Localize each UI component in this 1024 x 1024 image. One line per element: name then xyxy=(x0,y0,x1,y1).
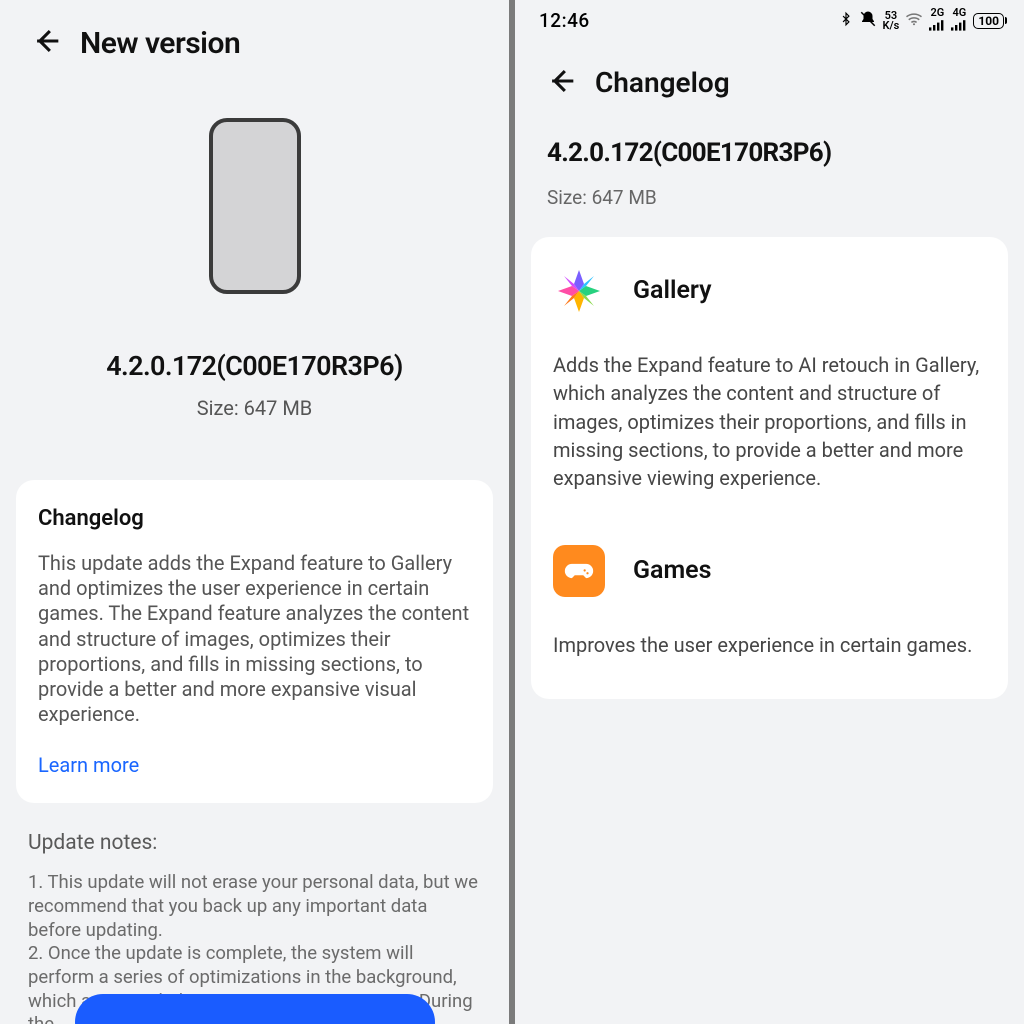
back-arrow-icon[interactable] xyxy=(545,64,579,102)
phone-illustration-wrap xyxy=(0,72,509,294)
version-number: 4.2.0.172(C00E170R3P6) xyxy=(547,138,1024,168)
status-bar: 12:46 53 K/s 2G xyxy=(515,0,1024,34)
network-2g: 2G xyxy=(929,8,945,34)
left-header: New version xyxy=(0,0,509,72)
feature-title: Gallery xyxy=(633,276,712,305)
feature-body: Adds the Expand feature to AI retouch in… xyxy=(553,351,986,493)
feature-body: Improves the user experience in certain … xyxy=(553,631,986,659)
learn-more-link[interactable]: Learn more xyxy=(38,753,139,777)
changelog-card: Changelog This update adds the Expand fe… xyxy=(16,480,493,803)
status-right: 53 K/s 2G 4G 100 xyxy=(839,8,1004,34)
bluetooth-icon xyxy=(839,10,853,32)
version-block: 4.2.0.172(C00E170R3P6) Size: 647 MB xyxy=(515,108,1024,209)
feature-gallery: Gallery Adds the Expand feature to AI re… xyxy=(553,265,986,493)
back-arrow-icon[interactable] xyxy=(30,24,64,62)
phone-illustration xyxy=(209,118,301,294)
right-header: Changelog xyxy=(515,34,1024,108)
features-card: Gallery Adds the Expand feature to AI re… xyxy=(531,237,1008,699)
version-number: 4.2.0.172(C00E170R3P6) xyxy=(0,350,509,382)
changelog-title: Changelog xyxy=(38,506,471,531)
gallery-icon xyxy=(553,265,605,317)
games-icon xyxy=(553,545,605,597)
status-time: 12:46 xyxy=(539,9,590,32)
update-size: Size: 647 MB xyxy=(0,396,509,420)
page-title: Changelog xyxy=(595,66,730,99)
update-notes-title: Update notes: xyxy=(28,831,481,855)
version-block: 4.2.0.172(C00E170R3P6) Size: 647 MB xyxy=(0,350,509,420)
update-size: Size: 647 MB xyxy=(547,186,1024,209)
wifi-icon xyxy=(905,12,923,30)
changelog-body: This update adds the Expand feature to G… xyxy=(38,551,471,727)
feature-games: Games Improves the user experience in ce… xyxy=(553,545,986,659)
network-speed: 53 K/s xyxy=(883,11,900,31)
update-button[interactable] xyxy=(75,994,435,1024)
feature-title: Games xyxy=(633,556,712,585)
changelog-screen: 12:46 53 K/s 2G xyxy=(515,0,1024,1024)
mute-icon xyxy=(859,10,877,32)
two-pane-container: New version 4.2.0.172(C00E170R3P6) Size:… xyxy=(0,0,1024,1024)
new-version-screen: New version 4.2.0.172(C00E170R3P6) Size:… xyxy=(0,0,509,1024)
page-title: New version xyxy=(80,26,240,61)
battery-level: 100 xyxy=(973,13,1004,29)
network-4g: 4G xyxy=(951,8,967,34)
